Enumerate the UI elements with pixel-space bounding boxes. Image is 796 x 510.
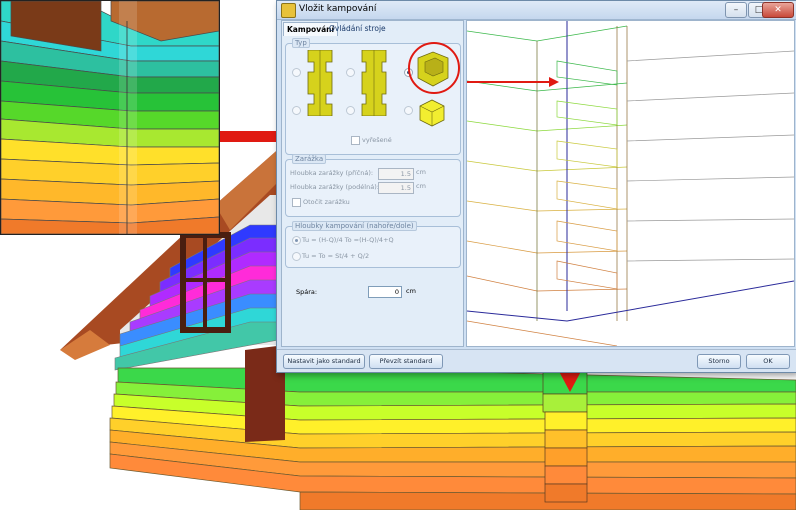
tab-bar: Kampování Ovládání stroje	[282, 21, 463, 36]
set-as-standard-button[interactable]: Nastavit jako standard	[283, 354, 365, 369]
notch-depths-group: Hloubky kampování (nahoře/dole) Tu = (H-…	[285, 221, 461, 268]
gap-label: Spára:	[296, 288, 318, 296]
notch-type-2-icon	[361, 50, 387, 116]
wireframe-svg	[467, 21, 794, 346]
type-group-label: Typ	[292, 38, 310, 48]
type-option-4-radio[interactable]	[292, 106, 301, 115]
settings-panel: Kampování Ovládání stroje Typ vyřešené Z…	[281, 20, 464, 347]
notch-type-6-icon	[419, 99, 445, 127]
ok-button[interactable]: OK	[746, 354, 790, 369]
longitudinal-depth-input[interactable]: 1.5	[378, 182, 414, 194]
depth-formula-2-radio[interactable]	[292, 252, 301, 261]
longitudinal-depth-label: Hloubka zarážky (podélná):	[290, 183, 379, 191]
title-bar: Vložit kampování – □ ✕	[277, 1, 796, 20]
cancel-button[interactable]: Storno	[697, 354, 741, 369]
depth-formula-1-radio[interactable]	[292, 236, 301, 245]
depth-formula-2-label: Tu = To = St/4 + Q/2	[302, 252, 370, 260]
type-option-2-radio[interactable]	[346, 68, 355, 77]
stop-group: Zarážka Hloubka zarážky (příčná): 1.5 cm…	[285, 154, 461, 217]
gap-input[interactable]: 0	[368, 286, 402, 298]
transverse-depth-input[interactable]: 1.5	[378, 168, 414, 180]
preview-arrow-head-icon	[549, 77, 559, 87]
wireframe-preview	[466, 20, 795, 347]
close-button[interactable]: ✕	[762, 2, 794, 18]
longitudinal-depth-unit: cm	[416, 182, 426, 190]
type-option-1-radio[interactable]	[292, 68, 301, 77]
rotate-stop-label: Otočit zarážku	[303, 198, 350, 206]
corner-closeup-inset	[0, 0, 220, 235]
notch-type-1-icon	[307, 50, 333, 116]
take-standard-button[interactable]: Převzít standard	[369, 354, 443, 369]
transverse-depth-unit: cm	[416, 168, 426, 176]
type-option-5-radio[interactable]	[346, 106, 355, 115]
transverse-depth-label: Hloubka zarážky (příčná):	[290, 169, 374, 177]
stop-group-label: Zarážka	[292, 154, 327, 164]
type-group: Typ vyřešené	[285, 38, 461, 155]
selection-highlight-circle	[408, 42, 460, 94]
depth-formula-1-label: Tu = (H-Q)/4 To =(H-Q)/4+Q	[302, 236, 394, 244]
footer-bar: Nastavit jako standard Převzít standard …	[277, 349, 796, 372]
app-icon	[281, 3, 296, 18]
window-title: Vložit kampování	[299, 4, 377, 14]
notch-depths-group-label: Hloubky kampování (nahoře/dole)	[292, 221, 417, 231]
insert-notching-dialog: Vložit kampování – □ ✕ Kampování Ovládán…	[276, 0, 796, 373]
resolved-checkbox[interactable]	[351, 136, 360, 145]
rotate-stop-checkbox[interactable]	[292, 198, 301, 207]
gap-unit: cm	[406, 287, 416, 295]
tab-machine-control[interactable]: Ovládání stroje	[326, 22, 389, 35]
minimize-button[interactable]: –	[725, 2, 747, 18]
preview-arrow-icon	[467, 81, 551, 83]
type-option-6-radio[interactable]	[404, 106, 413, 115]
resolved-label: vyřešené	[362, 136, 392, 144]
